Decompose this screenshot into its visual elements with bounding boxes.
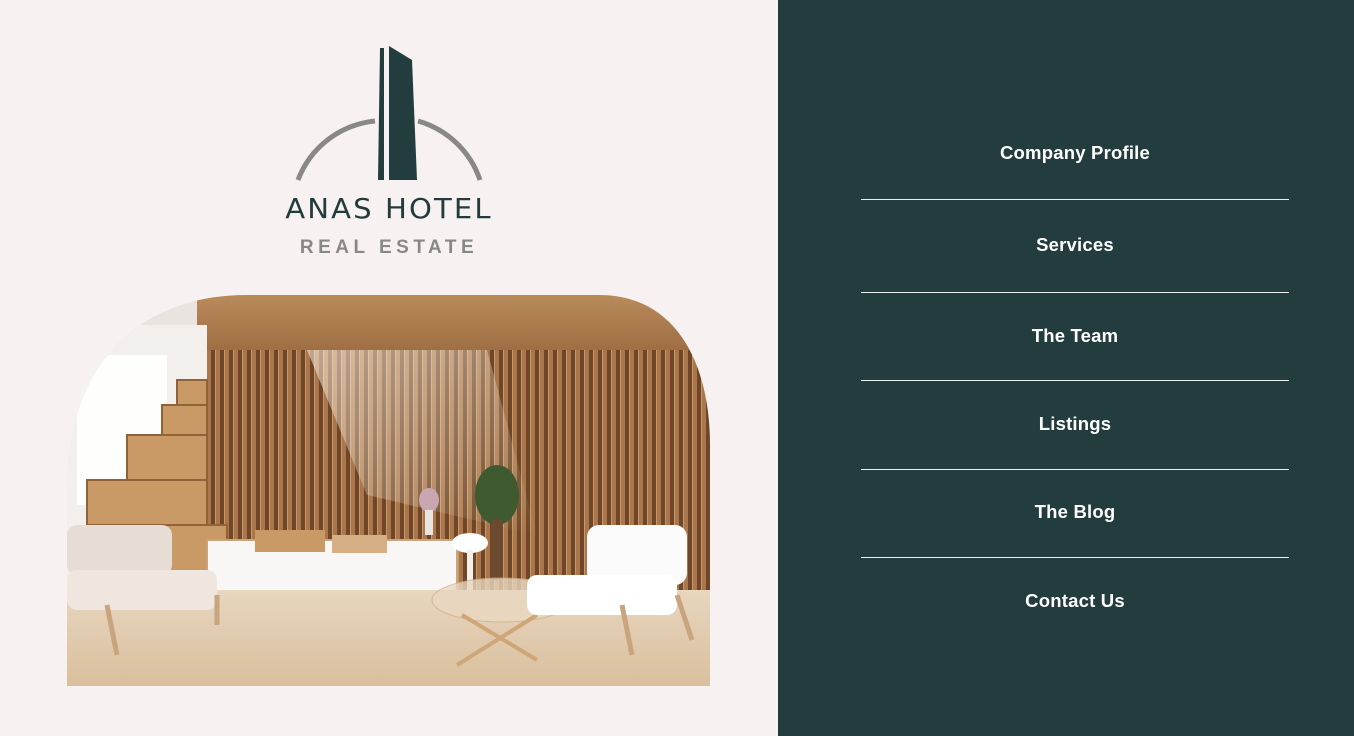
hero-interior-image [67, 295, 710, 686]
nav-item-company-profile[interactable]: Company Profile [861, 141, 1289, 165]
nav-item-the-blog[interactable]: The Blog [861, 500, 1289, 524]
nav-divider [861, 469, 1289, 470]
nav-divider [861, 292, 1289, 293]
nav-divider [861, 199, 1289, 200]
nav-divider [861, 380, 1289, 381]
brand-tagline: REAL ESTATE [299, 237, 479, 258]
left-panel: ANAS HOTEL REAL ESTATE [0, 0, 778, 736]
nav-item-services[interactable]: Services [861, 233, 1289, 257]
brand-name: ANAS HOTEL [285, 192, 493, 225]
nav-panel: Company Profile Services The Team Listin… [778, 0, 1354, 736]
nav-item-the-team[interactable]: The Team [861, 324, 1289, 348]
nav-divider [861, 557, 1289, 558]
page: ANAS HOTEL REAL ESTATE Company Profile S… [0, 0, 1354, 736]
nav-item-contact-us[interactable]: Contact Us [861, 589, 1289, 613]
hotel-logo-icon[interactable] [290, 40, 490, 185]
nav-item-listings[interactable]: Listings [861, 412, 1289, 436]
